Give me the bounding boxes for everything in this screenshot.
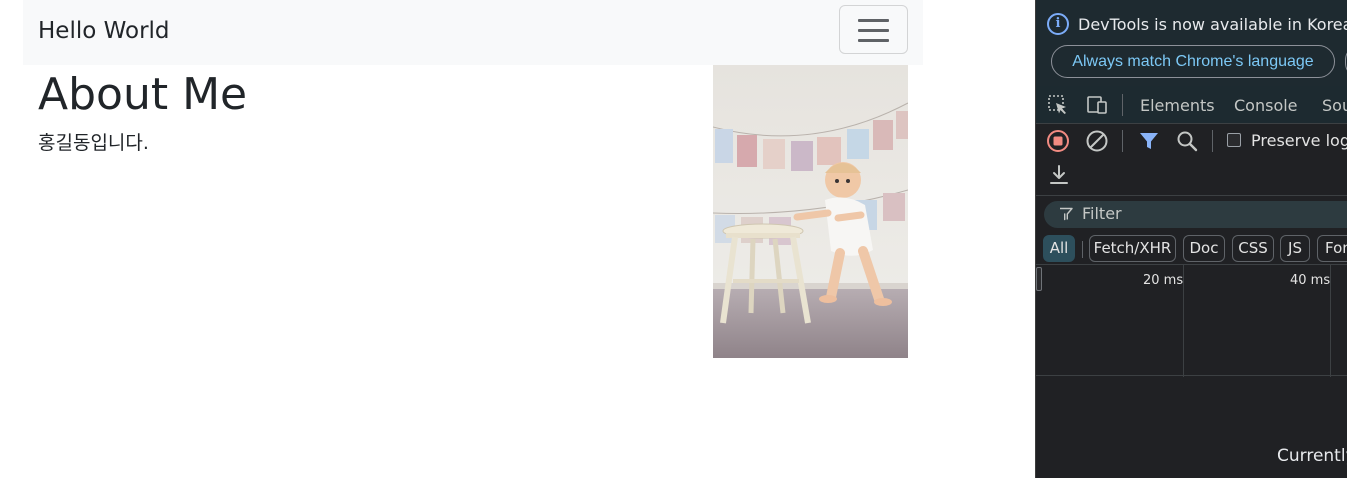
filter-input[interactable]: Filter [1044, 201, 1347, 228]
hamburger-icon-bar-middle [858, 29, 889, 32]
type-filter-font[interactable]: Font [1317, 235, 1347, 262]
search-icon[interactable] [1175, 129, 1199, 153]
filter-funnel-icon [1060, 207, 1073, 221]
type-filter-css[interactable]: CSS [1232, 235, 1274, 262]
filter-toggle-icon[interactable] [1137, 129, 1161, 153]
timeline-label-40ms: 40 ms [1290, 273, 1331, 288]
network-status-text: Currently [1277, 446, 1347, 466]
network-toolbar: Preserve log [1036, 124, 1347, 196]
intro-text: 홍길동입니다. [38, 132, 149, 154]
tab-console[interactable]: Console [1234, 95, 1298, 117]
info-bar-message: DevTools is now available in Korean! [1078, 15, 1347, 34]
info-icon: i [1047, 13, 1069, 35]
tab-elements[interactable]: Elements [1140, 95, 1215, 117]
hamburger-icon-bar-bottom [858, 39, 889, 42]
timeline-label-20ms: 20 ms [1143, 273, 1184, 288]
baby-photo-illustration [713, 65, 908, 358]
navbar-brand[interactable]: Hello World [38, 15, 170, 47]
preserve-log-label: Preserve log [1251, 131, 1347, 150]
hamburger-icon-bar-top [858, 19, 889, 22]
preserve-log-checkbox[interactable] [1227, 133, 1241, 147]
toolbar-separator [1122, 130, 1123, 152]
clear-icon[interactable] [1085, 129, 1109, 153]
type-filter-separator [1082, 241, 1083, 258]
stop-recording-icon[interactable] [1046, 129, 1070, 153]
tab-separator [1122, 94, 1123, 116]
navbar: Hello World [23, 0, 923, 65]
devtools-tab-bar: Elements Console Sources [1036, 86, 1347, 124]
filter-placeholder: Filter [1082, 204, 1122, 223]
type-filter-js[interactable]: JS [1280, 235, 1310, 262]
page-heading: About Me [38, 69, 248, 120]
type-filter-fetch-xhr[interactable]: Fetch/XHR [1089, 235, 1176, 262]
devtools-info-bar: i DevTools is now available in Korean! A… [1036, 0, 1347, 86]
inspect-element-icon[interactable] [1047, 94, 1069, 116]
device-toolbar-icon[interactable] [1086, 94, 1108, 116]
resource-type-filters: All Fetch/XHR Doc CSS JS Font [1036, 233, 1347, 263]
navbar-toggler-button[interactable] [839, 5, 908, 54]
timeline-gridline [1330, 265, 1331, 377]
type-filter-all[interactable]: All [1043, 235, 1075, 262]
profile-photo [713, 65, 908, 358]
tab-sources[interactable]: Sources [1322, 95, 1347, 117]
timeline-range-handle[interactable] [1036, 267, 1042, 291]
toolbar-separator [1212, 130, 1213, 152]
timeline-gridline [1183, 265, 1184, 377]
download-icon[interactable] [1047, 163, 1071, 187]
type-filter-doc[interactable]: Doc [1183, 235, 1225, 262]
match-language-button[interactable]: Always match Chrome's language [1051, 45, 1335, 78]
devtools-panel: i DevTools is now available in Korean! A… [1035, 0, 1347, 478]
network-overview-timeline[interactable]: 20 ms 40 ms [1036, 264, 1347, 377]
